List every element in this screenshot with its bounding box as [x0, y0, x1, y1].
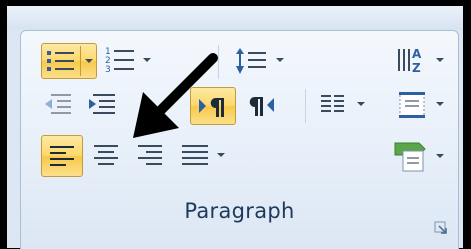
- svg-text:Z: Z: [412, 61, 421, 75]
- justify-dropdown-arrow[interactable]: [217, 153, 225, 157]
- borders-button[interactable]: [393, 87, 449, 123]
- line-spacing-button[interactable]: [232, 43, 290, 79]
- shading-button[interactable]: [391, 135, 449, 177]
- align-center-button[interactable]: [87, 135, 127, 177]
- line-spacing-dropdown-arrow[interactable]: [276, 58, 284, 62]
- shading-icon: [394, 142, 426, 172]
- sort-dropdown-arrow[interactable]: [436, 58, 444, 62]
- decrease-indent-icon: [45, 94, 71, 114]
- sort-button[interactable]: A Z: [393, 43, 449, 79]
- paragraph-group: 1 2 3 A Z Paragraph: [20, 30, 459, 249]
- right-to-left-button[interactable]: [240, 87, 286, 125]
- bullets-button[interactable]: [41, 43, 97, 79]
- dialog-launcher-icon[interactable]: [434, 221, 448, 235]
- decrease-indent-button[interactable]: [41, 87, 79, 123]
- group-label: Paragraph: [184, 199, 295, 223]
- line-spacing-icon: [236, 48, 266, 74]
- sort-icon: A Z: [398, 47, 422, 75]
- svg-text:3: 3: [105, 65, 111, 75]
- columns-dropdown-arrow[interactable]: [357, 102, 365, 106]
- borders-dropdown-arrow[interactable]: [436, 102, 444, 106]
- ribbon-window: 1 2 3 A Z Paragraph: [7, 6, 463, 249]
- align-left-button[interactable]: [41, 135, 83, 177]
- right-to-left-icon: [249, 97, 274, 116]
- ribbon-top-strip: [7, 6, 463, 30]
- shading-dropdown-arrow[interactable]: [436, 154, 444, 158]
- align-center-icon: [94, 145, 118, 165]
- bullets-dropdown-arrow[interactable]: [85, 59, 93, 63]
- separator: [305, 89, 306, 123]
- align-left-icon: [50, 146, 74, 166]
- columns-button[interactable]: [315, 87, 373, 123]
- arrow-pointer-icon: [133, 53, 218, 138]
- increase-indent-button[interactable]: [83, 87, 123, 123]
- bullets-icon: [47, 51, 74, 71]
- borders-icon: [399, 92, 425, 118]
- bullets-split-divider: [80, 46, 81, 76]
- increase-indent-icon: [89, 94, 115, 114]
- columns-icon: [321, 95, 344, 112]
- svg-text:A: A: [412, 47, 422, 61]
